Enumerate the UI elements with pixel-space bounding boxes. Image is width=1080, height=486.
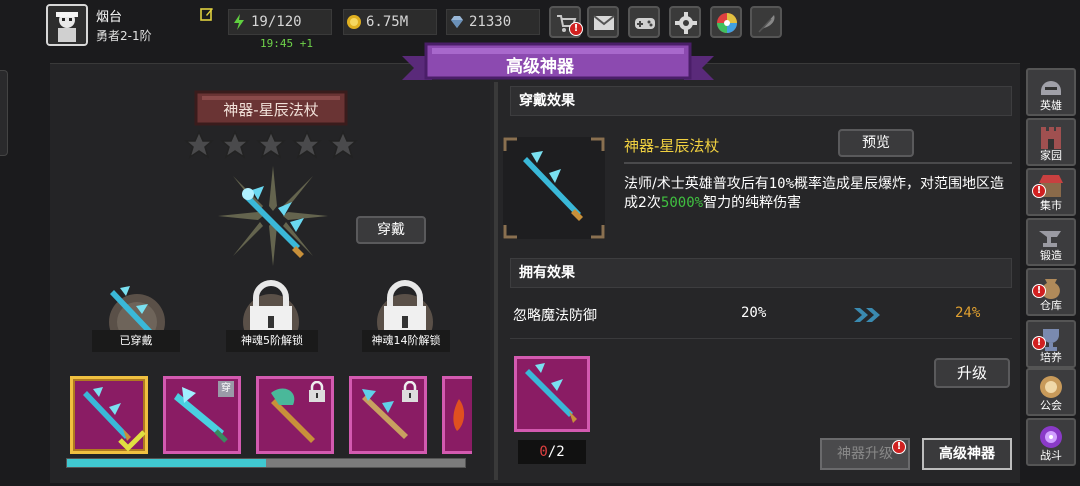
left-edge-tab[interactable] bbox=[0, 70, 8, 156]
player-rank: 勇者2-1阶 bbox=[96, 29, 152, 43]
slot-label-locked-5: 神魂5阶解锁 bbox=[226, 330, 318, 352]
slot-label-equipped: 已穿戴 bbox=[92, 330, 180, 352]
sidebar-label-home: 家园 bbox=[1040, 149, 1062, 162]
sidebar-label-training: 培养 bbox=[1040, 351, 1062, 364]
sidebar-label-market: 集市 bbox=[1040, 199, 1062, 212]
own-stat-name: 忽略魔法防御 bbox=[513, 308, 597, 324]
inventory-item-lightning-sword[interactable] bbox=[349, 376, 427, 454]
star-icon bbox=[292, 130, 322, 159]
gamepad-icon bbox=[635, 18, 655, 29]
gear-icon bbox=[675, 12, 697, 34]
worn-badge: 穿 bbox=[218, 381, 234, 397]
player-avatar[interactable] bbox=[46, 4, 88, 46]
advanced-artifact-button[interactable]: 高级神器 bbox=[922, 438, 1012, 470]
section-divider bbox=[510, 338, 1012, 339]
sidebar-item-training[interactable]: 培养 ! bbox=[1026, 320, 1076, 368]
lucky-wheel-button[interactable] bbox=[710, 6, 742, 38]
effect-description: 法师/术士英雄普攻后有10%概率造成星辰爆炸，对范围地区造成2次5000%智力的… bbox=[624, 175, 1014, 213]
market-alert-badge: ! bbox=[1032, 184, 1046, 198]
stamina-counter: 19/120 bbox=[228, 9, 332, 35]
settings-button[interactable] bbox=[669, 6, 701, 38]
sidebar-item-market[interactable]: 集市 ! bbox=[1026, 168, 1076, 216]
page-title: 高级神器 bbox=[506, 57, 574, 77]
star-icon bbox=[256, 130, 286, 159]
upgrade-material-slot[interactable] bbox=[514, 356, 590, 432]
mail-button[interactable] bbox=[587, 6, 619, 38]
lock-icon bbox=[402, 381, 418, 402]
selected-check-icon bbox=[118, 430, 146, 452]
inventory-item-frost-blade[interactable]: 穿 bbox=[163, 376, 241, 454]
upgrade-button[interactable]: 升级 bbox=[934, 358, 1010, 388]
flame-icon bbox=[453, 399, 465, 431]
sidebar-item-forge[interactable]: 锻造 bbox=[1026, 218, 1076, 266]
rise-alert-badge: ! bbox=[892, 440, 906, 454]
star-icon bbox=[220, 130, 250, 159]
material-count: 0/2 bbox=[518, 440, 586, 464]
stamina-timer: 19:45 +1 bbox=[260, 37, 313, 50]
sidebar-item-guild[interactable]: 公会 bbox=[1026, 368, 1076, 416]
diamond-icon bbox=[451, 16, 463, 28]
material-need: /2 bbox=[547, 444, 565, 460]
lock-icon bbox=[309, 381, 325, 402]
panel-divider bbox=[494, 82, 498, 480]
inventory-item-axe[interactable] bbox=[256, 376, 334, 454]
sidebar-label-warehouse: 仓库 bbox=[1040, 299, 1062, 312]
feather-icon bbox=[758, 15, 775, 33]
preview-button[interactable]: 预览 bbox=[838, 129, 914, 157]
training-alert-badge: ! bbox=[1032, 336, 1046, 350]
energy-bolt-icon bbox=[234, 14, 244, 30]
shop-alert-badge: ! bbox=[569, 22, 583, 36]
own-stat-current: 20% bbox=[741, 305, 767, 321]
sidebar-label-forge: 锻造 bbox=[1040, 249, 1062, 262]
sidebar-item-hero[interactable]: 英雄 bbox=[1026, 68, 1076, 116]
effect-divider bbox=[624, 162, 1012, 164]
stamina-value: 19/120 bbox=[251, 14, 302, 30]
inventory-item-fire-partial[interactable] bbox=[442, 376, 472, 454]
desc-text-1: 法师/术士英雄普攻后有 bbox=[624, 176, 769, 192]
inventory-scroll-bar[interactable] bbox=[66, 458, 466, 468]
star-icon bbox=[184, 130, 214, 159]
rename-edit-icon[interactable] bbox=[200, 7, 214, 21]
material-have: 0 bbox=[539, 444, 548, 460]
sidebar-item-battle[interactable]: 战斗 bbox=[1026, 418, 1076, 466]
mail-icon bbox=[593, 15, 615, 30]
sidebar-label-guild: 公会 bbox=[1040, 399, 1062, 412]
player-name: 烟台 bbox=[96, 10, 123, 25]
color-wheel-icon bbox=[717, 13, 737, 33]
desc-pct-2: 5000% bbox=[660, 195, 704, 211]
sidebar-item-home[interactable]: 家园 bbox=[1026, 118, 1076, 166]
artifact-preview-frame bbox=[503, 137, 605, 239]
sidebar-label-hero: 英雄 bbox=[1040, 99, 1062, 112]
star-rating bbox=[184, 130, 358, 160]
artifact-effect-name: 神器-星辰法杖 bbox=[624, 137, 720, 155]
scroll-bar-fill bbox=[67, 459, 266, 467]
gem-value: 21330 bbox=[469, 14, 512, 30]
own-stat-next: 24% bbox=[955, 305, 981, 321]
own-effect-header: 拥有效果 bbox=[510, 258, 1012, 288]
arrow-right-icon bbox=[854, 308, 880, 322]
gold-value: 6.75M bbox=[366, 14, 409, 30]
star-icon bbox=[328, 130, 358, 159]
desc-pct-1: 10% bbox=[768, 176, 795, 192]
star-staff-artwork bbox=[218, 166, 328, 266]
sidebar-label-battle: 战斗 bbox=[1040, 449, 1062, 462]
gem-counter: 21330 bbox=[446, 9, 540, 35]
warehouse-alert-badge: ! bbox=[1032, 284, 1046, 298]
sidebar-item-warehouse[interactable]: 仓库 ! bbox=[1026, 268, 1076, 316]
slot-label-locked-14: 神魂14阶解锁 bbox=[362, 330, 450, 352]
gold-coin-icon bbox=[347, 15, 361, 29]
shop-button[interactable]: ! bbox=[549, 6, 583, 38]
gold-counter: 6.75M bbox=[343, 9, 437, 35]
equip-button[interactable]: 穿戴 bbox=[356, 216, 426, 244]
artifact-name: 神器-星辰法杖 bbox=[223, 101, 319, 119]
desc-text-3: 智力的纯粹伤害 bbox=[703, 195, 802, 211]
feather-button[interactable] bbox=[750, 6, 782, 38]
staff-icon bbox=[525, 363, 577, 423]
wear-effect-header: 穿戴效果 bbox=[510, 86, 1012, 116]
gamepad-button[interactable] bbox=[628, 6, 660, 38]
